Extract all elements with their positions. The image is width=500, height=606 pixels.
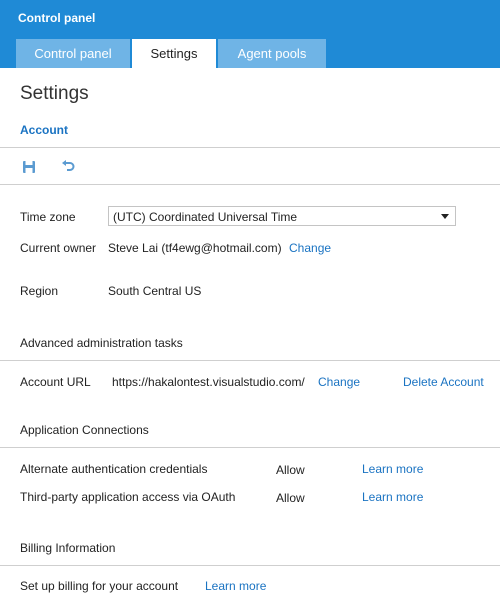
time-zone-select[interactable]: (UTC) Coordinated Universal Time — [108, 206, 456, 226]
tab-control-panel[interactable]: Control panel — [16, 39, 130, 68]
change-url-link[interactable]: Change — [318, 375, 360, 389]
save-icon[interactable] — [22, 160, 36, 174]
tab-account[interactable]: Account — [20, 123, 68, 137]
divider — [0, 360, 500, 361]
page-title: Settings — [20, 83, 89, 104]
time-zone-value: (UTC) Coordinated Universal Time — [113, 210, 298, 224]
account-url-label: Account URL — [20, 375, 91, 389]
region-value: South Central US — [108, 284, 202, 298]
alt-auth-value: Allow — [276, 463, 305, 477]
billing-heading: Billing Information — [20, 541, 116, 555]
billing-learn-more-link[interactable]: Learn more — [205, 579, 266, 593]
advanced-admin-heading: Advanced administration tasks — [20, 336, 183, 350]
undo-icon[interactable] — [61, 160, 75, 174]
oauth-value: Allow — [276, 491, 305, 505]
account-url-value: https://hakalontest.visualstudio.com/ — [112, 375, 305, 389]
app-title: Control panel — [18, 11, 96, 25]
caret-down-icon — [441, 214, 449, 219]
divider — [0, 184, 500, 185]
alt-auth-learn-more-link[interactable]: Learn more — [362, 462, 423, 476]
oauth-learn-more-link[interactable]: Learn more — [362, 490, 423, 504]
app-connections-heading: Application Connections — [20, 423, 149, 437]
time-zone-label: Time zone — [20, 210, 76, 224]
top-bar: Control panel Control panel Settings Age… — [0, 0, 500, 68]
tab-settings[interactable]: Settings — [132, 39, 216, 68]
oauth-label: Third-party application access via OAuth — [20, 490, 236, 504]
delete-account-link[interactable]: Delete Account — [403, 375, 484, 389]
divider — [0, 147, 500, 148]
divider — [0, 565, 500, 566]
current-owner-label: Current owner — [20, 241, 97, 255]
alt-auth-label: Alternate authentication credentials — [20, 462, 208, 476]
current-owner-value: Steve Lai (tf4ewg@hotmail.com) — [108, 241, 282, 255]
billing-label: Set up billing for your account — [20, 579, 179, 593]
change-owner-link[interactable]: Change — [289, 241, 331, 255]
divider — [0, 447, 500, 448]
tab-agent-pools[interactable]: Agent pools — [218, 39, 326, 68]
region-label: Region — [20, 284, 59, 298]
